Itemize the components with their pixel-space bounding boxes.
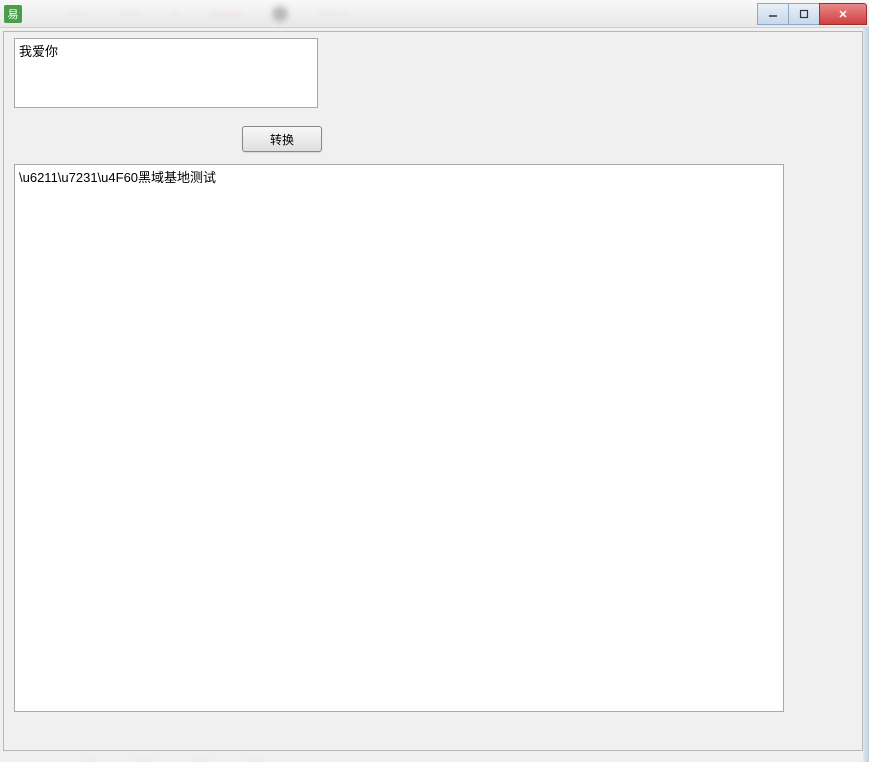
bottom-blur-area: ················ (4, 754, 862, 774)
output-textarea[interactable] (14, 164, 784, 712)
close-button[interactable] (819, 3, 867, 25)
minimize-button[interactable] (757, 3, 789, 25)
client-area: 转换 ················ (3, 31, 863, 751)
input-textarea[interactable] (14, 38, 318, 108)
window-controls (758, 3, 867, 25)
close-icon (837, 9, 849, 19)
titlebar-blur-area: ···· · ······ ·· ········· ····· ··· (28, 6, 758, 22)
maximize-button[interactable] (788, 3, 820, 25)
app-body: 转换 ················ (0, 28, 869, 762)
titlebar: 易 ···· · ······ ·· ········· ····· ··· (0, 0, 869, 28)
app-icon: 易 (4, 5, 22, 23)
maximize-icon (799, 9, 809, 19)
window-right-edge (863, 28, 869, 762)
minimize-icon (768, 9, 778, 19)
titlebar-left: 易 (0, 5, 28, 23)
convert-button[interactable]: 转换 (242, 126, 322, 152)
